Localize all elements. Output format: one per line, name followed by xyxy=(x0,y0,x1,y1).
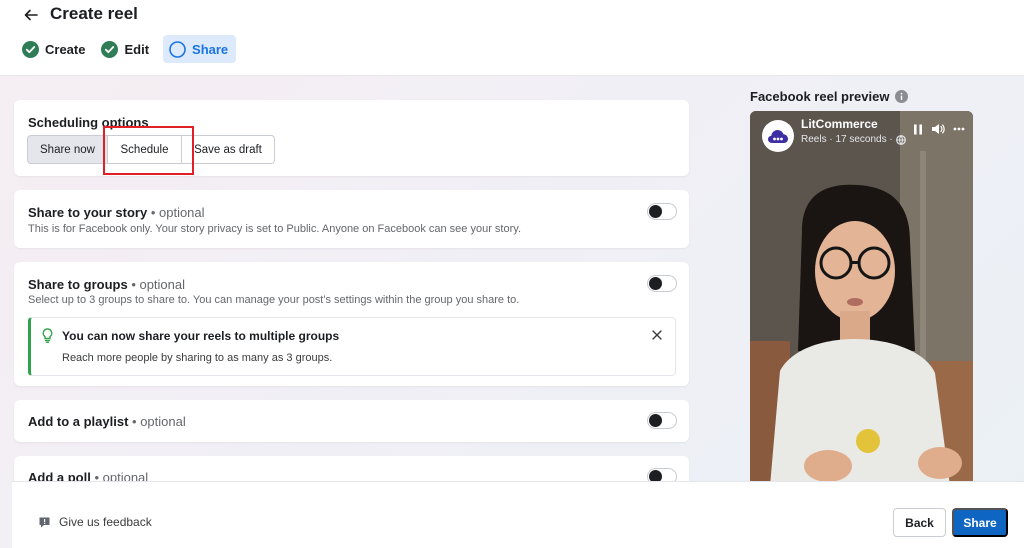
reel-preview-video[interactable]: LitCommerce Reels · 17 seconds · xyxy=(750,111,973,486)
optional-label: • optional xyxy=(132,414,186,429)
preview-label: Facebook reel preview xyxy=(750,89,890,104)
step-label: Create xyxy=(45,41,86,57)
share-story-label: Share to your story xyxy=(28,205,148,220)
check-circle-icon xyxy=(101,40,119,58)
empty-circle-icon xyxy=(169,40,186,58)
person-video-frame xyxy=(750,111,973,486)
playlist-toggle[interactable] xyxy=(647,412,677,429)
optional-label: • optional xyxy=(150,205,205,220)
playlist-label: Add to a playlist xyxy=(28,414,129,429)
playlist-title: Add to a playlist • optional xyxy=(28,414,186,429)
highlight-annotation xyxy=(103,126,194,175)
share-groups-description: Select up to 3 groups to share to. You c… xyxy=(28,294,520,306)
share-groups-title: Share to groups • optional xyxy=(28,277,185,292)
lightbulb-icon xyxy=(42,328,53,343)
give-feedback-link[interactable]: Give us feedback xyxy=(38,515,152,529)
video-controls xyxy=(905,123,965,135)
tip-body: Reach more people by sharing to as many … xyxy=(62,352,333,364)
tip-title: You can now share your reels to multiple… xyxy=(62,329,340,343)
close-icon[interactable] xyxy=(651,329,663,341)
top-bar: Create reel Create Edit Share xyxy=(0,0,1024,76)
check-circle-icon xyxy=(22,40,39,58)
page-title: Create reel xyxy=(50,4,138,23)
playlist-card: Add to a playlist • optional xyxy=(14,400,689,442)
step-edit[interactable]: Edit xyxy=(99,35,155,63)
preview-heading: Facebook reel preview xyxy=(750,89,909,104)
account-avatar[interactable] xyxy=(762,120,794,152)
stepper: Create Edit Share xyxy=(20,35,244,63)
step-label: Edit xyxy=(124,41,150,57)
back-arrow-icon[interactable] xyxy=(22,6,40,24)
optional-label: • optional xyxy=(131,277,186,292)
step-share[interactable]: Share xyxy=(163,35,237,63)
globe-icon xyxy=(895,134,906,145)
feedback-label: Give us feedback xyxy=(59,515,152,529)
share-story-card: Share to your story • optional This is f… xyxy=(14,190,689,248)
share-story-toggle[interactable] xyxy=(647,203,677,220)
share-groups-card: Share to groups • optional Select up to … xyxy=(14,262,689,386)
back-button[interactable]: Back xyxy=(893,508,946,537)
share-groups-toggle[interactable] xyxy=(647,275,677,292)
more-options-icon[interactable] xyxy=(953,127,965,131)
account-name[interactable]: LitCommerce xyxy=(801,117,878,131)
groups-tip-banner: You can now share your reels to multiple… xyxy=(28,317,676,376)
volume-icon[interactable] xyxy=(931,123,945,135)
step-create[interactable]: Create xyxy=(20,35,91,63)
toggle-knob xyxy=(649,277,662,290)
save-as-draft-button[interactable]: Save as draft xyxy=(182,135,275,164)
share-story-title: Share to your story • optional xyxy=(28,205,205,220)
step-label: Share xyxy=(192,41,229,57)
reel-meta-text: Reels · 17 seconds · xyxy=(801,134,893,145)
reel-meta: Reels · 17 seconds · xyxy=(801,134,906,145)
toggle-knob xyxy=(649,205,662,218)
cloud-logo-icon xyxy=(768,130,788,143)
share-button[interactable]: Share xyxy=(952,508,1008,537)
feedback-icon xyxy=(39,517,50,527)
toggle-knob xyxy=(649,414,662,427)
info-icon[interactable] xyxy=(895,90,909,103)
pause-icon[interactable] xyxy=(913,124,923,135)
share-story-description: This is for Facebook only. Your story pr… xyxy=(28,223,522,235)
footer-bar: Give us feedback Back Share xyxy=(12,481,1024,548)
share-now-button[interactable]: Share now xyxy=(27,135,108,164)
share-groups-label: Share to groups xyxy=(28,277,128,292)
